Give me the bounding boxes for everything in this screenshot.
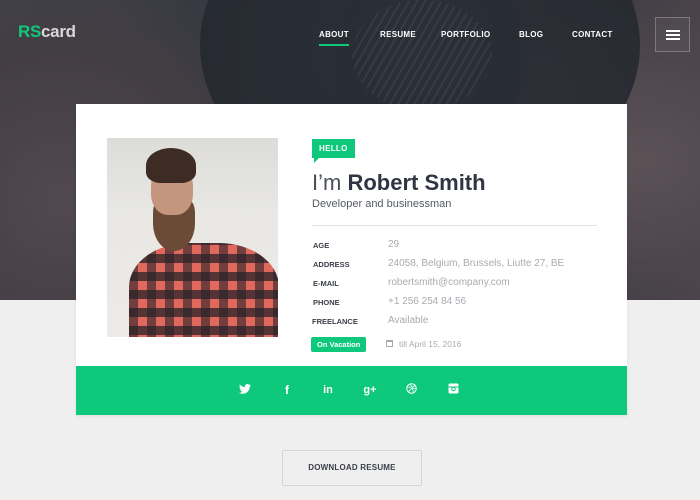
- status-until: till April 15, 2016: [399, 339, 462, 349]
- info-key: FREELANCE: [312, 317, 358, 326]
- profile-photo: [107, 138, 278, 337]
- info-row-age: AGE 29: [312, 239, 612, 255]
- status-badge: On Vacation: [311, 337, 367, 352]
- profile-card: HELLO I’m Robert Smith Developer and bus…: [76, 104, 627, 415]
- facebook-icon[interactable]: f: [278, 383, 296, 397]
- greeting: I’m: [312, 170, 342, 195]
- nav-portfolio[interactable]: PORTFOLIO: [441, 30, 490, 39]
- info-key: PHONE: [313, 298, 340, 307]
- linkedin-icon[interactable]: in: [319, 383, 337, 397]
- info-row-freelance: FREELANCE Available: [312, 315, 612, 331]
- logo-rs: RS: [18, 22, 42, 41]
- profile-name: I’m Robert Smith: [312, 170, 486, 196]
- info-value: Available: [388, 315, 429, 326]
- nav-blog[interactable]: BLOG: [519, 30, 543, 39]
- dribbble-icon[interactable]: [402, 383, 420, 397]
- calendar-icon: [386, 340, 393, 347]
- info-value: 24058, Belgium, Brussels, Liutte 27, BE: [388, 258, 565, 269]
- nav-about[interactable]: ABOUT: [319, 30, 349, 46]
- hamburger-icon: [666, 30, 680, 32]
- full-name: Robert Smith: [347, 170, 486, 195]
- info-row-email: E-MAIL robertsmith@company.com: [312, 277, 612, 293]
- info-value[interactable]: robertsmith@company.com: [388, 277, 510, 288]
- twitter-icon[interactable]: [236, 383, 254, 397]
- hello-badge: HELLO: [312, 139, 355, 163]
- nav-contact[interactable]: CONTACT: [572, 30, 613, 39]
- menu-button[interactable]: [655, 17, 690, 52]
- nav-resume[interactable]: RESUME: [380, 30, 416, 39]
- info-row-phone: PHONE +1 256 254 84 56: [312, 296, 612, 312]
- instagram-icon[interactable]: [444, 383, 462, 397]
- logo[interactable]: RScard: [18, 22, 76, 42]
- page: RScard ABOUT RESUME PORTFOLIO BLOG CONTA…: [0, 0, 700, 500]
- logo-card: card: [41, 22, 76, 41]
- info-row-address: ADDRESS 24058, Belgium, Brussels, Liutte…: [312, 258, 612, 274]
- info-value: 29: [388, 239, 400, 250]
- info-value: +1 256 254 84 56: [388, 296, 467, 307]
- google-plus-icon[interactable]: g+: [361, 383, 379, 397]
- info-key: E-MAIL: [313, 279, 339, 288]
- info-key: ADDRESS: [313, 260, 350, 269]
- info-key: AGE: [313, 241, 330, 250]
- profile-role: Developer and businessman: [312, 198, 452, 210]
- download-resume-button[interactable]: DOWNLOAD RESUME: [282, 450, 422, 486]
- divider: [312, 225, 597, 226]
- social-bar: f in g+: [76, 366, 627, 415]
